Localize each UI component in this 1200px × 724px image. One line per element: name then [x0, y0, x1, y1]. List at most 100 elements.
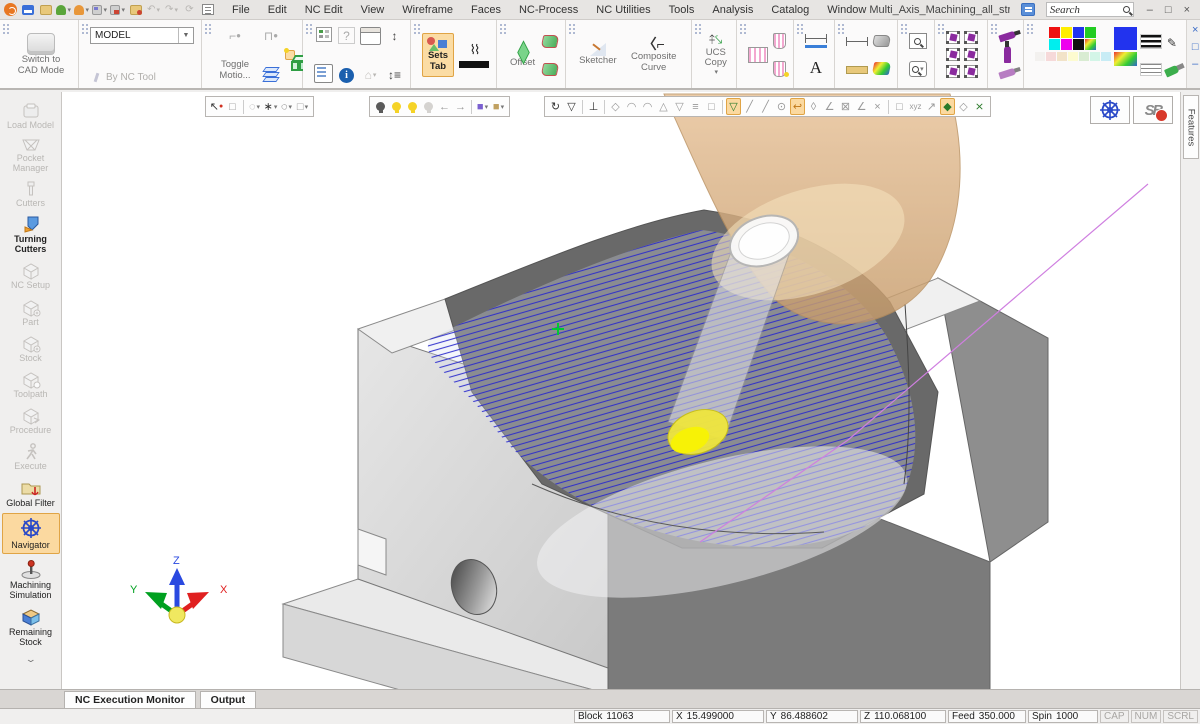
snap-points-icon[interactable]: ◆ [940, 98, 955, 115]
drag-handle-icon[interactable] [694, 23, 702, 34]
document-icon[interactable] [1021, 3, 1035, 16]
clamp-display-icon-3[interactable] [946, 48, 960, 61]
sidebar-more-chevron-icon[interactable]: ⌄ [24, 654, 36, 665]
menu-analysis[interactable]: Analysis [712, 4, 753, 16]
drag-handle-icon[interactable] [900, 23, 908, 34]
doc-restore-button[interactable]: □ [1192, 41, 1199, 53]
lamp-on2-icon[interactable] [405, 98, 420, 115]
lamp-off-icon[interactable] [373, 98, 388, 115]
snap-xyz-icon[interactable]: xyz [908, 98, 923, 115]
drag-handle-icon[interactable] [990, 23, 998, 34]
sidebar-item-navigator[interactable]: Navigator [2, 513, 60, 554]
drag-handle-icon[interactable] [837, 23, 845, 34]
snap-vector-icon[interactable]: ↗ [924, 98, 939, 115]
drag-handle-icon[interactable] [739, 23, 747, 34]
snap-mesh-icon[interactable]: ≡ [688, 98, 703, 115]
drag-handle-icon[interactable] [796, 23, 804, 34]
export-orange-button[interactable]: ▾ [74, 3, 89, 16]
checklist-icon[interactable] [316, 27, 332, 42]
select-filter-icon[interactable]: ∗▾ [263, 98, 278, 115]
color-swatch-pale-2[interactable] [1046, 52, 1056, 61]
snap-line2-icon[interactable]: ╱ [758, 98, 773, 115]
switch-to-cad-mode-button[interactable]: Switch to CAD Mode [11, 32, 71, 78]
snap-solid-icon[interactable]: □ [704, 98, 719, 115]
snap-plane-icon[interactable]: ▽ [672, 98, 687, 115]
file-manager-button[interactable] [128, 3, 143, 16]
export-green-button[interactable]: ▾ [56, 3, 71, 16]
snap-intersect-icon[interactable]: ⊠ [838, 98, 853, 115]
sidebar-item-execute[interactable]: Execute [2, 440, 60, 474]
select-solid-icon[interactable]: □ [225, 98, 240, 115]
curvature-analysis-icon[interactable] [871, 62, 891, 75]
menu-nc-utilities[interactable]: NC Utilities [596, 4, 650, 16]
brush-icon[interactable] [1164, 64, 1180, 77]
snap-trim-icon[interactable]: ⨯ [972, 98, 987, 115]
drag-handle-icon[interactable] [81, 23, 89, 34]
drag-handle-icon[interactable] [1026, 23, 1034, 34]
snap-surface-icon[interactable]: ◠ [624, 98, 639, 115]
lamp-disabled-icon[interactable] [421, 98, 436, 115]
info-icon[interactable]: i [339, 68, 354, 83]
tab-output[interactable]: Output [200, 691, 256, 708]
open-button[interactable] [38, 3, 53, 16]
select-face-icon[interactable]: ◌▾ [247, 98, 262, 115]
menu-faces[interactable]: Faces [471, 4, 501, 16]
clamp-display-icon-5[interactable] [946, 65, 960, 78]
measure-distance-icon[interactable] [846, 37, 868, 47]
snap-pair-icon[interactable]: ◇ [608, 98, 623, 115]
zoom-window-icon[interactable] [909, 33, 927, 49]
color-swatch-pale-5[interactable] [1079, 52, 1089, 61]
color-swatch-black[interactable] [1073, 39, 1084, 50]
menu-file[interactable]: File [232, 4, 250, 16]
linear-dimension-icon[interactable] [805, 34, 827, 44]
snap-cube2-icon[interactable]: ◇ [956, 98, 971, 115]
clamp-display-icon-6[interactable] [964, 65, 978, 78]
color-swatch-cyan[interactable] [1049, 39, 1060, 50]
color-swatch-magenta[interactable] [1061, 39, 1072, 50]
sidebar-item-procedure[interactable]: Procedure [2, 404, 60, 438]
feature-list-button[interactable] [200, 3, 215, 16]
vertical-dim-icon[interactable]: ↕ [386, 27, 403, 44]
color-swatch-green[interactable] [1085, 27, 1096, 38]
navigator-view-button[interactable] [1090, 96, 1130, 124]
menu-nc-edit[interactable]: NC Edit [305, 4, 343, 16]
snap-line-icon[interactable]: ╱ [742, 98, 757, 115]
lamp-on-icon[interactable] [389, 98, 404, 115]
snap-curve-icon[interactable]: ↩ [790, 98, 805, 115]
search-input[interactable]: Search [1046, 2, 1134, 17]
lamp-tool-icon[interactable]: ⌐● [227, 27, 244, 44]
tool-display-icon[interactable] [773, 33, 786, 49]
snap-perp-icon[interactable]: ∠ [854, 98, 869, 115]
clamp-display-icon-4[interactable] [964, 48, 978, 61]
minimize-button[interactable]: – [1147, 4, 1153, 16]
sets-tab-button[interactable]: Sets Tab [422, 33, 454, 77]
sidebar-item-cutters[interactable]: Cutters [2, 178, 60, 211]
drag-handle-icon[interactable] [568, 23, 576, 34]
menu-nc-process[interactable]: NC-Process [519, 4, 578, 16]
pen-icon[interactable]: ✎ [1167, 36, 1177, 50]
next-view-icon[interactable]: → [453, 98, 468, 115]
sidebar-item-machining-simulation[interactable]: Machining Simulation [2, 556, 60, 603]
color-swatch-pale-4[interactable] [1068, 52, 1078, 61]
rotate-view-icon[interactable]: ↻ [548, 98, 563, 115]
color-swatch-pale-7[interactable] [1101, 52, 1111, 61]
feature-tree-button[interactable] [314, 64, 333, 83]
view-cube-icon[interactable]: ■▾ [475, 98, 490, 115]
drag-handle-icon[interactable] [937, 23, 945, 34]
sidebar-item-stock[interactable]: Stock [2, 332, 60, 366]
color-swatch-blue[interactable] [1073, 27, 1084, 38]
redo-button[interactable]: ↷▾ [164, 3, 179, 16]
color-swatch-pale-6[interactable] [1090, 52, 1100, 61]
vertical-dim-tree-icon[interactable]: ↕≡ [386, 66, 403, 83]
features-tab[interactable]: Features [1183, 95, 1199, 159]
undo-button[interactable]: ↶▾ [146, 3, 161, 16]
select-box-icon[interactable]: ◌▾ [279, 98, 294, 115]
color-swatch-pale-3[interactable] [1057, 52, 1067, 61]
paint-solid-icon[interactable] [1004, 46, 1011, 63]
snap-angle-icon[interactable]: ∠ [822, 98, 837, 115]
select-cursor-icon[interactable]: ↖● [209, 98, 224, 115]
prev-view-icon[interactable]: ← [437, 98, 452, 115]
restore-button[interactable]: □ [1165, 4, 1172, 16]
menu-tools[interactable]: Tools [669, 4, 695, 16]
snap-active-filter-icon[interactable]: ▽ [726, 98, 741, 115]
